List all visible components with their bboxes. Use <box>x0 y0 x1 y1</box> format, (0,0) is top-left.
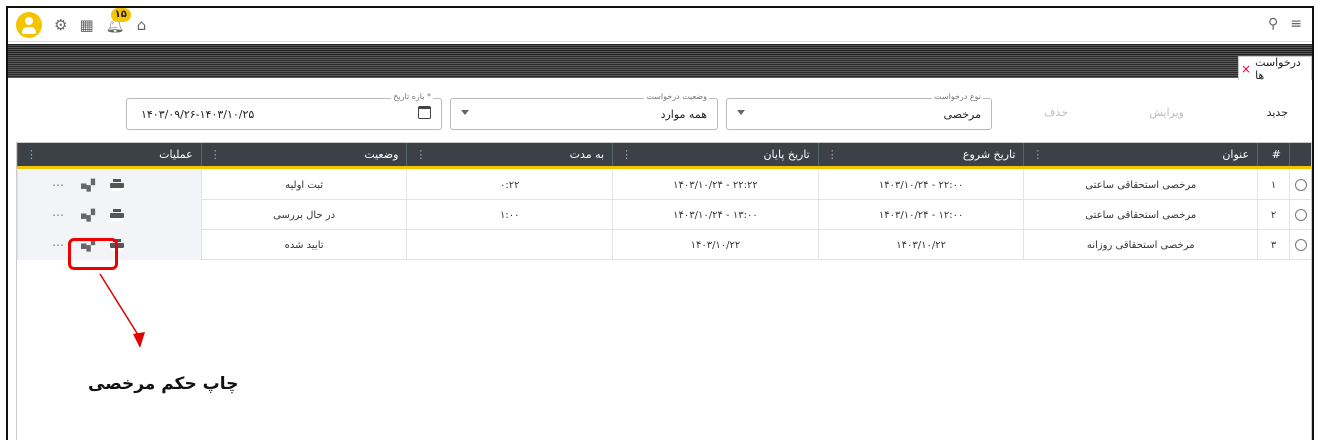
header-num[interactable]: # <box>1257 143 1289 166</box>
date-range-label: بازه تاریخ * <box>391 92 433 101</box>
request-type-label: نوع درخواست <box>932 92 983 101</box>
requests-table: # عنوان ⋮ تاریخ شروع ⋮ تاریخ پایان ⋮ به مدت… <box>16 142 1312 440</box>
annotation-caption: چاپ حکم مرخصی <box>88 374 239 394</box>
row-select[interactable] <box>1289 200 1311 230</box>
workflow-icon[interactable]: ▪▞ <box>80 209 95 222</box>
header-end-label: تاریخ پایان <box>763 148 810 161</box>
row-duration <box>406 230 612 260</box>
close-icon[interactable]: × <box>1241 62 1251 76</box>
header-num-label: # <box>1271 148 1282 161</box>
radio-button[interactable] <box>1294 179 1307 191</box>
column-menu-icon[interactable]: ⋮ <box>26 148 37 161</box>
row-title: مرخصی استحقاقی ساعتی <box>1023 170 1257 200</box>
column-menu-icon[interactable]: ⋮ <box>210 148 221 161</box>
request-type-select[interactable]: نوع درخواست مرخصی <box>726 92 992 130</box>
header-stripe <box>8 44 1312 56</box>
avatar[interactable] <box>16 12 42 38</box>
table-row[interactable]: ۳ مرخصی استحقاقی روزانه ۱۴۰۳/۱۰/۲۲ ۱۴۰۳/… <box>17 230 1311 260</box>
header-title[interactable]: عنوان ⋮ <box>1023 143 1257 166</box>
filter-row: جدید ویرایش حذف نوع درخواست مرخصی وضعیت … <box>8 88 1312 136</box>
chevron-down-icon[interactable] <box>737 110 745 115</box>
header-start-label: تاریخ شروع <box>962 148 1016 161</box>
column-menu-icon[interactable]: ⋮ <box>827 148 838 161</box>
tab-label: درخواست ها <box>1255 55 1301 82</box>
header-duration[interactable]: به مدت ⋮ <box>406 143 612 166</box>
more-icon[interactable]: ⋯ <box>52 238 64 252</box>
header-start[interactable]: تاریخ شروع ⋮ <box>817 143 1024 166</box>
request-status-label: وضعیت درخواست <box>644 92 709 101</box>
header-title-label: عنوان <box>1222 148 1250 161</box>
row-ops: ⋯ ▪▞ <box>17 200 201 230</box>
chevron-down-icon[interactable] <box>461 110 469 115</box>
notification-badge: ۱۵ <box>110 8 131 22</box>
header-status[interactable]: وضعیت ⋮ <box>200 143 407 166</box>
date-range-field[interactable]: بازه تاریخ * ۱۴۰۳/۰۹/۲۶-۱۴۰۳/۱۰/۲۵ <box>126 92 442 130</box>
top-bar-left: ⚙ ▦ 🔔︎ ۱۵ ⌂ <box>16 8 147 38</box>
row-status: تایید شده <box>200 230 407 260</box>
new-button[interactable]: جدید <box>1267 106 1288 119</box>
tab-bar: × درخواست ها <box>8 55 1312 82</box>
menu-icon[interactable]: ≡ <box>1290 16 1302 32</box>
row-title: مرخصی استحقاقی ساعتی <box>1023 200 1257 230</box>
row-end: ۱۴۰۳/۱۰/۲۴ - ۱۳:۰۰ <box>612 200 818 230</box>
row-start: ۱۴۰۳/۱۰/۲۴ - ۲۲:۰۰ <box>817 170 1024 200</box>
row-start: ۱۴۰۳/۱۰/۲۲ <box>817 230 1024 260</box>
calendar-icon[interactable]: ▦ <box>79 16 93 34</box>
table-row[interactable]: ۲ مرخصی استحقاقی ساعتی ۱۴۰۳/۱۰/۲۴ - ۱۲:۰… <box>17 200 1311 230</box>
header-end[interactable]: تاریخ پایان ⋮ <box>612 143 818 166</box>
row-status: ثبت اولیه <box>200 170 407 200</box>
workflow-icon[interactable]: ▪▞ <box>80 179 95 192</box>
row-select[interactable] <box>1289 230 1311 260</box>
column-menu-icon[interactable]: ⋮ <box>415 148 426 161</box>
row-num: ۲ <box>1257 200 1289 230</box>
row-title: مرخصی استحقاقی روزانه <box>1023 230 1257 260</box>
print-icon[interactable] <box>109 179 124 191</box>
table-header: # عنوان ⋮ تاریخ شروع ⋮ تاریخ پایان ⋮ به مدت… <box>17 143 1311 169</box>
header-status-label: وضعیت <box>364 148 399 161</box>
tab-requests[interactable]: × درخواست ها <box>1238 55 1312 82</box>
row-duration: ۰:۲۲ <box>406 170 612 200</box>
header-select <box>1289 143 1311 166</box>
calendar-picker-icon[interactable] <box>418 106 431 119</box>
print-highlight-box <box>68 238 118 270</box>
radio-button[interactable] <box>1294 239 1307 251</box>
header-ops-label: عملیات <box>159 148 193 161</box>
row-start: ۱۴۰۳/۱۰/۲۴ - ۱۲:۰۰ <box>817 200 1024 230</box>
radio-button[interactable] <box>1294 209 1307 221</box>
column-menu-icon[interactable]: ⋮ <box>621 148 632 161</box>
request-status-select[interactable]: وضعیت درخواست همه موارد <box>450 92 718 130</box>
row-status: در حال بررسی <box>200 200 407 230</box>
home-icon[interactable]: ⌂ <box>137 16 147 34</box>
column-menu-icon[interactable]: ⋮ <box>1032 148 1043 161</box>
more-icon[interactable]: ⋯ <box>52 208 64 222</box>
search-icon[interactable]: ⚲ <box>1268 16 1278 32</box>
row-num: ۳ <box>1257 230 1289 260</box>
request-type-value: مرخصی <box>943 108 981 121</box>
more-icon[interactable]: ⋯ <box>52 178 64 192</box>
header-duration-label: به مدت <box>569 148 605 161</box>
row-num: ۱ <box>1257 170 1289 200</box>
row-duration: ۱:۰۰ <box>406 200 612 230</box>
top-bar: ⚙ ▦ 🔔︎ ۱۵ ⌂ ⚲ ≡ <box>8 8 1312 42</box>
row-select[interactable] <box>1289 170 1311 200</box>
bell-icon[interactable]: 🔔︎ ۱۵ <box>106 8 131 34</box>
table-row[interactable]: ۱ مرخصی استحقاقی ساعتی ۱۴۰۳/۱۰/۲۴ - ۲۲:۰… <box>17 170 1311 200</box>
edit-button[interactable]: ویرایش <box>1149 106 1184 119</box>
request-status-value: همه موارد <box>660 108 707 121</box>
delete-button[interactable]: حذف <box>1044 106 1068 119</box>
date-range-value: ۱۴۰۳/۰۹/۲۶-۱۴۰۳/۱۰/۲۵ <box>141 108 255 121</box>
header-ops[interactable]: عملیات ⋮ <box>17 143 201 166</box>
app-window: ⚙ ▦ 🔔︎ ۱۵ ⌂ ⚲ ≡ × درخواست ها جدید ویرایش … <box>6 6 1314 440</box>
row-ops: ⋯ ▪▞ <box>17 170 201 200</box>
top-bar-right: ⚲ ≡ <box>1268 16 1302 32</box>
row-end: ۱۴۰۳/۱۰/۲۴ - ۲۲:۲۲ <box>612 170 818 200</box>
print-icon[interactable] <box>109 209 124 221</box>
gear-icon[interactable]: ⚙ <box>54 16 67 34</box>
row-end: ۱۴۰۳/۱۰/۲۲ <box>612 230 818 260</box>
